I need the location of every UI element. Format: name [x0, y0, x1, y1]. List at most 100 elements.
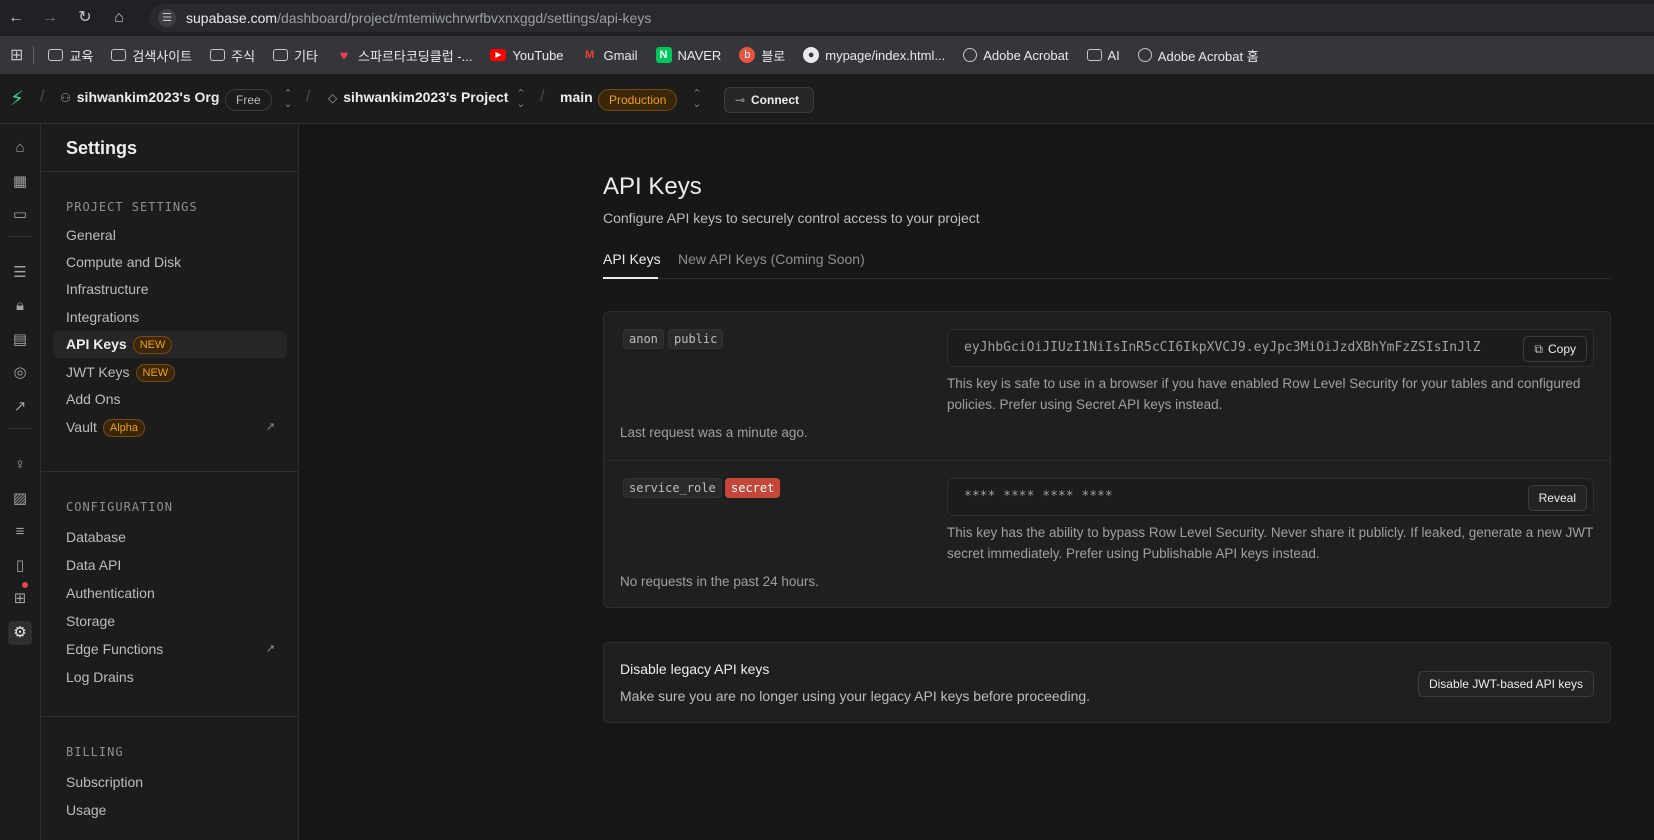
sidebar-item-api-keys[interactable]: API Keys NEW	[53, 331, 287, 358]
globe-icon	[963, 48, 978, 62]
lock-icon[interactable]: 🔒︎	[8, 294, 32, 318]
section-heading: PROJECT SETTINGS	[66, 200, 198, 214]
service-role-key-field[interactable]: **** **** **** **** Reveal	[947, 478, 1594, 516]
sidebar-item-data-api[interactable]: Data API	[53, 552, 287, 579]
org-chevron-icon[interactable]: ⌃ ⌄	[283, 89, 293, 110]
org-icon: ⚇	[60, 91, 71, 105]
gmail-icon: M	[584, 49, 595, 61]
alpha-badge: Alpha	[102, 419, 146, 437]
bookmark-item[interactable]: Adobe Acrobat 홈	[1137, 46, 1259, 65]
settings-sidebar: Settings PROJECT SETTINGS General Comput…	[41, 124, 299, 840]
breadcrumb-separator: /	[40, 88, 45, 105]
github-icon: ●	[803, 47, 820, 63]
key-role-tag: public	[668, 329, 724, 349]
disable-legacy-keys-button[interactable]: Disable JWT-based API keys	[1417, 671, 1594, 697]
service-role-key-note: This key has the ability to bypass Row L…	[947, 525, 1594, 561]
sidebar-item-infrastructure[interactable]: Infrastructure	[53, 276, 287, 303]
back-icon[interactable]: ←	[7, 9, 25, 27]
plug-icon: ⊸	[735, 93, 746, 107]
bookmark-item[interactable]: 교육	[48, 46, 93, 65]
sidebar-item-integrations[interactable]: Integrations	[53, 304, 287, 331]
docs-icon[interactable]: ▯	[8, 554, 32, 578]
sidebar-item-storage[interactable]: Storage	[53, 608, 287, 635]
branch-selector[interactable]: main	[560, 89, 593, 105]
bookmark-item[interactable]: ♥ 스파르타코딩클럽 -...	[336, 46, 473, 65]
new-badge: NEW	[135, 364, 176, 382]
table-editor-icon[interactable]: ▦	[8, 170, 32, 194]
active-tab-indicator	[603, 277, 658, 279]
sidebar-item-vault[interactable]: Vault Alpha ↗	[53, 414, 287, 441]
legacy-description: Make sure you are no longer using your l…	[620, 688, 1091, 704]
sidebar-item-database[interactable]: Database	[53, 524, 287, 551]
sidebar-item-edge-functions[interactable]: Edge Functions ↗	[53, 636, 287, 663]
key-row-divider	[604, 460, 1610, 461]
copy-button[interactable]: ⧉ Copy	[1523, 336, 1587, 362]
sidebar-item-general[interactable]: General	[53, 222, 287, 249]
anon-key-field[interactable]: eyJhbGciOiJIUzI1NiIsInR5cCI6IkpXVCJ9.eyJ…	[947, 329, 1594, 367]
reports-icon[interactable]: ▨	[8, 487, 32, 511]
sidebar-item-jwt-keys[interactable]: JWT Keys NEW	[53, 359, 287, 386]
sql-editor-icon[interactable]: ▭	[8, 203, 32, 227]
sidebar-item-compute[interactable]: Compute and Disk	[53, 249, 287, 276]
settings-gear-icon[interactable]: ⚙	[8, 621, 32, 645]
bookmark-item[interactable]: b 블로	[739, 46, 785, 65]
storage-icon[interactable]: ▤	[8, 328, 32, 352]
org-selector[interactable]: ⚇ sihwankim2023's Org	[60, 89, 219, 105]
edge-functions-icon[interactable]: ↗	[8, 395, 32, 419]
bookmark-item[interactable]: Adobe Acrobat	[963, 48, 1069, 63]
forward-icon[interactable]: →	[41, 9, 59, 27]
tabs-divider	[603, 278, 1611, 279]
section-heading: BILLING	[66, 745, 124, 759]
bookmark-item[interactable]: N NAVER	[655, 47, 721, 63]
copy-icon: ⧉	[1534, 342, 1543, 356]
sidebar-divider	[41, 171, 299, 172]
apps-grid-icon[interactable]: ⊞	[10, 45, 23, 65]
page-title: API Keys	[603, 173, 702, 200]
bookmarks-bar: ⊞ 교육 검색사이트 주식 기타 ♥ 스파르타코딩클럽 -... ▶ YouTube…	[0, 36, 1654, 74]
legacy-keys-card: Disable legacy API keys Make sure you ar…	[603, 642, 1611, 723]
bookmark-item[interactable]: ● mypage/index.html...	[803, 47, 945, 63]
bookmark-item[interactable]: AI	[1086, 48, 1120, 63]
sidebar-item-subscription[interactable]: Subscription	[53, 769, 287, 796]
sidebar-item-authentication[interactable]: Authentication	[53, 580, 287, 607]
folder-icon	[1086, 49, 1102, 61]
home-icon[interactable]: ⌂	[110, 9, 128, 27]
database-icon[interactable]: ☰	[8, 261, 32, 285]
logs-icon[interactable]: ≡	[8, 520, 32, 544]
api-keys-card: anon public eyJhbGciOiJIUzI1NiIsInR5cCI6…	[603, 311, 1611, 608]
service-role-key-value[interactable]: **** **** **** ****	[964, 489, 1113, 504]
reload-icon[interactable]: ↻	[76, 9, 94, 27]
last-request-status: No requests in the past 24 hours.	[620, 574, 819, 589]
integrations-icon[interactable]: ⊞	[8, 587, 32, 611]
anon-key-value[interactable]: eyJhbGciOiJIUzI1NiIsInR5cCI6IkpXVCJ9.eyJ…	[964, 340, 1481, 355]
bookmark-item[interactable]: 기타	[273, 46, 318, 65]
project-selector[interactable]: ◇ sihwankim2023's Project	[328, 89, 508, 105]
page-description: Configure API keys to securely control a…	[603, 210, 980, 226]
icon-rail: ⌂ ▦ ▭ ☰ 🔒︎ ▤ ◎ ↗ ♀ ▨ ≡ ▯ ⊞ ⚙	[0, 124, 41, 840]
anon-key-note: This key is safe to use in a browser if …	[947, 376, 1581, 412]
lightbulb-icon[interactable]: ♀	[8, 453, 32, 477]
site-info-icon[interactable]: ☰	[158, 9, 176, 27]
project-chevron-icon[interactable]: ⌃ ⌄	[516, 89, 526, 110]
bookmark-item[interactable]: 주식	[210, 46, 255, 65]
address-bar[interactable]: ☰ supabase.com/dashboard/project/mtemiwc…	[150, 4, 1654, 32]
home-icon[interactable]: ⌂	[8, 136, 32, 160]
realtime-icon[interactable]: ◎	[8, 361, 32, 385]
youtube-icon: ▶	[490, 49, 507, 61]
tab-api-keys[interactable]: API Keys	[603, 251, 661, 267]
reveal-button[interactable]: Reveal	[1527, 485, 1587, 511]
key-type-tag: anon	[623, 329, 664, 349]
sidebar-item-usage[interactable]: Usage	[53, 797, 287, 824]
bookmark-item[interactable]: M Gmail	[582, 47, 638, 63]
tab-new-api-keys[interactable]: New API Keys (Coming Soon)	[678, 251, 865, 267]
bookmark-item[interactable]: 검색사이트	[111, 46, 192, 65]
rail-divider	[8, 236, 32, 237]
sidebar-item-log-drains[interactable]: Log Drains	[53, 664, 287, 691]
sidebar-item-add-ons[interactable]: Add Ons	[53, 386, 287, 413]
blog-icon: b	[739, 47, 756, 63]
connect-button[interactable]: ⊸ Connect	[724, 87, 814, 113]
bookmark-item[interactable]: ▶ YouTube	[490, 48, 564, 63]
supabase-logo-icon[interactable]: ⚡	[10, 88, 30, 110]
branch-chevron-icon[interactable]: ⌃ ⌄	[692, 89, 702, 110]
url-text[interactable]: supabase.com/dashboard/project/mtemiwchr…	[186, 10, 651, 26]
